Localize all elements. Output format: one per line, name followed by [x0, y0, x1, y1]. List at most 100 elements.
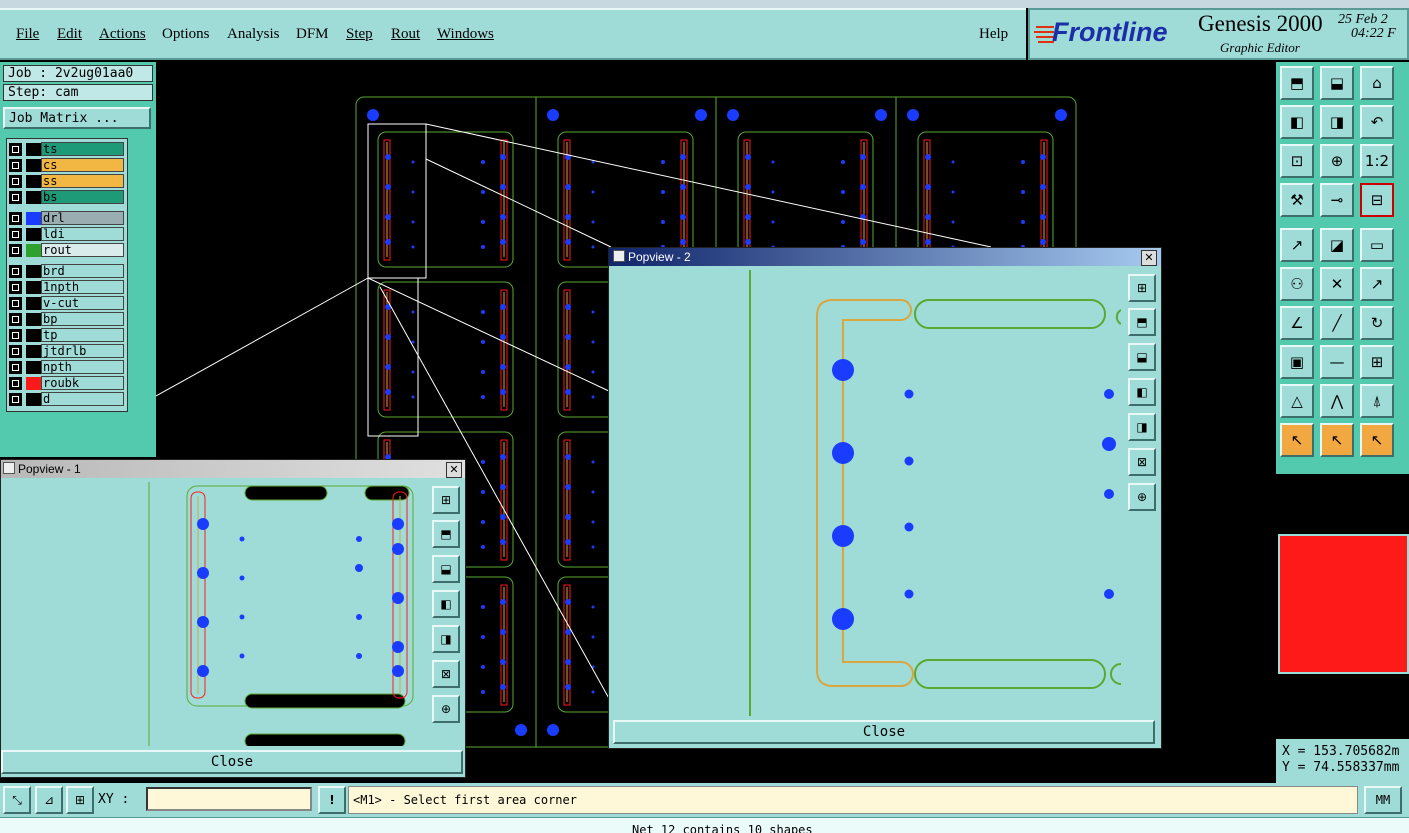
- layer-name[interactable]: v-cut: [41, 296, 124, 310]
- layer-checkbox[interactable]: [9, 143, 22, 156]
- highlight-icon[interactable]: ◪: [1320, 228, 1354, 262]
- line-icon[interactable]: ∠: [1280, 306, 1314, 340]
- zoom-center-icon[interactable]: ⊕: [1320, 144, 1354, 178]
- layer-row-bs[interactable]: bs: [7, 190, 127, 205]
- pan-left-icon[interactable]: ◧: [1280, 105, 1314, 139]
- layer-name[interactable]: brd: [41, 264, 124, 278]
- pan-right-icon[interactable]: ◨: [1320, 105, 1354, 139]
- snap-icon[interactable]: ⊸: [1320, 183, 1354, 217]
- layer-color-swatch[interactable]: [26, 143, 41, 156]
- popview-2-close-icon[interactable]: ✕: [1141, 250, 1157, 266]
- menu-file[interactable]: File: [16, 26, 39, 43]
- arc-icon[interactable]: ↻: [1360, 306, 1394, 340]
- popview-1-zoom-toggle-icon[interactable]: ⊞: [432, 486, 460, 514]
- popview-2-zoom-fit-icon[interactable]: ⊠: [1128, 448, 1156, 476]
- layer-row-bp[interactable]: bp: [7, 312, 127, 327]
- layer-color-swatch[interactable]: [26, 313, 41, 326]
- grid-icon[interactable]: ⊞: [66, 786, 94, 814]
- layer-color-swatch[interactable]: [26, 377, 41, 390]
- select-icon[interactable]: ↗: [1280, 228, 1314, 262]
- layer-row-tp[interactable]: tp: [7, 328, 127, 343]
- layer-row-ldi[interactable]: ldi: [7, 227, 127, 242]
- layer-checkbox[interactable]: [9, 244, 22, 257]
- layer-checkbox[interactable]: [9, 313, 22, 326]
- cross-icon[interactable]: ✕: [1320, 267, 1354, 301]
- layer-color-swatch[interactable]: [26, 393, 41, 406]
- layer-row-v-cut[interactable]: v-cut: [7, 296, 127, 311]
- popview-1-pan-left-icon[interactable]: ◧: [432, 590, 460, 618]
- layer-color-swatch[interactable]: [26, 329, 41, 342]
- popview-2-canvas[interactable]: [615, 270, 1121, 716]
- layer-name[interactable]: roubk: [41, 376, 124, 390]
- layer-compare-icon[interactable]: ⊟: [1360, 183, 1394, 217]
- units-button[interactable]: MM: [1364, 786, 1402, 814]
- layer-row-cs[interactable]: cs: [7, 158, 127, 173]
- layer-checkbox[interactable]: [9, 228, 22, 241]
- menu-step[interactable]: Step: [346, 26, 373, 43]
- layer-color-swatch[interactable]: [26, 175, 41, 188]
- pin-icon[interactable]: ↗: [1360, 267, 1394, 301]
- layer-checkbox[interactable]: [9, 159, 22, 172]
- move-icon[interactable]: —: [1320, 345, 1354, 379]
- area-select-icon[interactable]: ⤡: [3, 786, 31, 814]
- triangle-b-icon[interactable]: ⋀: [1320, 384, 1354, 418]
- layer-row-d[interactable]: d: [7, 392, 127, 407]
- pointer-box-icon[interactable]: ↖: [1320, 423, 1354, 457]
- layer-name[interactable]: d: [41, 392, 124, 406]
- popview-2-zoom-center-icon[interactable]: ⊕: [1128, 483, 1156, 511]
- layer-row-ts[interactable]: ts: [7, 142, 127, 157]
- layer-checkbox[interactable]: [9, 393, 22, 406]
- layer-name[interactable]: npth: [41, 360, 124, 374]
- layer-color-swatch[interactable]: [26, 361, 41, 374]
- layer-checkbox[interactable]: [9, 212, 22, 225]
- popview-1-canvas[interactable]: [1, 482, 427, 746]
- job-matrix-button[interactable]: Job Matrix ...: [3, 107, 151, 129]
- pad-icon[interactable]: ▣: [1280, 345, 1314, 379]
- popview-2-close-button[interactable]: Close: [613, 720, 1155, 744]
- draw-line-icon[interactable]: ╱: [1320, 306, 1354, 340]
- layer-name[interactable]: cs: [41, 158, 124, 172]
- popview-1-close-icon[interactable]: ✕: [446, 462, 462, 478]
- ruler-icon[interactable]: ▭: [1360, 228, 1394, 262]
- layer-name[interactable]: bp: [41, 312, 124, 326]
- popview-1-zoom-center-icon[interactable]: ⊕: [432, 695, 460, 723]
- popview-2-zoom-toggle-icon[interactable]: ⊞: [1128, 274, 1156, 302]
- layer-name[interactable]: jtdrlb: [41, 344, 124, 358]
- menu-options[interactable]: Options: [162, 26, 210, 43]
- triangle-a-icon[interactable]: △: [1280, 384, 1314, 418]
- layer-row-jtdrlb[interactable]: jtdrlb: [7, 344, 127, 359]
- layer-name[interactable]: drl: [41, 211, 124, 225]
- menu-help[interactable]: Help: [979, 26, 1008, 43]
- layer-row-drl[interactable]: drl: [7, 211, 127, 226]
- layer-row-roubk[interactable]: roubk: [7, 376, 127, 391]
- layer-row-brd[interactable]: brd: [7, 264, 127, 279]
- layer-checkbox[interactable]: [9, 377, 22, 390]
- popview-2-pan-left-icon[interactable]: ◧: [1128, 378, 1156, 406]
- popview-1-zoom-fit-icon[interactable]: ⊠: [432, 660, 460, 688]
- menu-actions[interactable]: Actions: [99, 26, 146, 43]
- layer-color-swatch[interactable]: [26, 265, 41, 278]
- copy-icon[interactable]: ⊞: [1360, 345, 1394, 379]
- layer-checkbox[interactable]: [9, 329, 22, 342]
- layer-checkbox[interactable]: [9, 345, 22, 358]
- zoom-fit-icon[interactable]: ⊡: [1280, 144, 1314, 178]
- layer-name[interactable]: 1npth: [41, 280, 124, 294]
- undo-view-icon[interactable]: ↶: [1360, 105, 1394, 139]
- pointer-circle-icon[interactable]: ↖: [1360, 423, 1394, 457]
- layer-row-rout[interactable]: rout: [7, 243, 127, 258]
- layer-name[interactable]: rout: [41, 243, 124, 257]
- popview-2-pan-right-icon[interactable]: ◨: [1128, 413, 1156, 441]
- one-to-two-icon[interactable]: 1:2: [1360, 144, 1394, 178]
- layer-color-swatch[interactable]: [26, 244, 41, 257]
- layer-row-ss[interactable]: ss: [7, 174, 127, 189]
- layer-checkbox[interactable]: [9, 281, 22, 294]
- layer-checkbox[interactable]: [9, 175, 22, 188]
- layer-checkbox[interactable]: [9, 361, 22, 374]
- xy-input[interactable]: [146, 787, 312, 811]
- layer-color-swatch[interactable]: [26, 212, 41, 225]
- fit-top-icon[interactable]: ⬒: [1280, 66, 1314, 100]
- menu-edit[interactable]: Edit: [57, 26, 82, 43]
- layer-checkbox[interactable]: [9, 297, 22, 310]
- popview-2-pan-up-icon[interactable]: ⬒: [1128, 308, 1156, 336]
- measure-tool-icon[interactable]: ⚒: [1280, 183, 1314, 217]
